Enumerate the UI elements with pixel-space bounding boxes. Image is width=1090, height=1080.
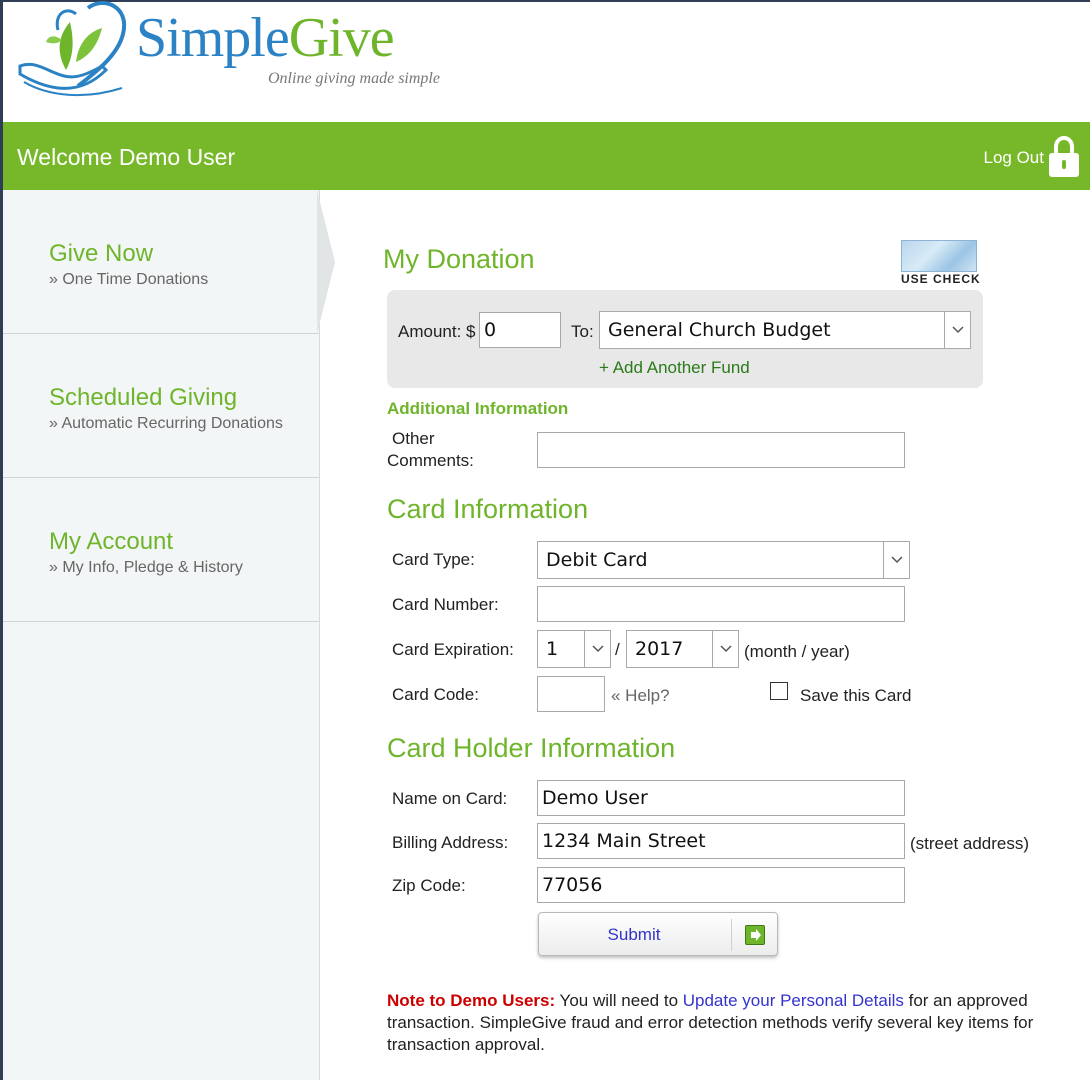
logo-wordmark-simple: Simple [136,7,290,69]
card-type-select[interactable]: Debit Card [537,541,910,579]
exp-separator: / [615,640,620,659]
use-check-label: USE CHECK [901,272,981,286]
amount-label: Amount: $ [398,322,476,341]
add-another-fund-link[interactable]: + Add Another Fund [599,358,750,378]
note-text-1: You will need to [555,991,683,1010]
save-card-checkbox[interactable] [770,682,788,700]
exp-year-select[interactable]: 2017 [626,630,739,668]
sidebar-item-scheduled-giving[interactable]: Scheduled Giving » Automatic Recurring D… [3,334,319,478]
heart-hand-icon [18,1,127,97]
welcome-text: Welcome Demo User [17,144,236,170]
submit-button-label: Submit [607,925,661,944]
fund-selected-value: General Church Budget [608,319,831,341]
zip-code-input[interactable]: 77056 [537,867,905,903]
simplegive-logo[interactable]: SimpleGive Online giving made simple [18,0,458,110]
chevron-down-icon[interactable] [584,631,610,667]
card-info-heading: Card Information [387,494,589,524]
card-number-label: Card Number: [392,595,499,614]
logo-wordmark-give: Give [288,7,395,69]
card-expiration-label: Card Expiration: [392,640,514,659]
sidebar-item-title: Give Now [49,240,154,267]
sidebar-item-give-now[interactable]: Give Now » One Time Donations [3,190,319,334]
card-number-input[interactable] [537,586,905,622]
chevron-down-icon[interactable] [883,542,909,578]
exp-hint: (month / year) [744,642,850,661]
submit-divider [731,919,732,951]
arrow-right-icon [745,925,765,945]
sidebar-item-title: My Account [49,528,174,555]
comments-input[interactable] [537,432,905,468]
logo-wordmark: SimpleGive [136,6,395,70]
card-code-label: Card Code: [392,685,479,704]
sidebar-item-subtitle: » My Info, Pledge & History [49,559,243,576]
exp-month-value: 1 [546,638,559,660]
card-code-help-link[interactable]: « Help? [611,686,670,706]
note-prefix: Note to Demo Users: [387,991,556,1010]
sidebar-item-title: Scheduled Giving [49,384,238,411]
sidebar-item-subtitle: » One Time Donations [49,271,209,288]
use-check-button[interactable]: USE CHECK [901,240,981,286]
sidebar-item-my-account[interactable]: My Account » My Info, Pledge & History [3,478,319,622]
card-code-input[interactable] [537,676,605,712]
fund-select[interactable]: General Church Budget [599,311,971,349]
exp-year-value: 2017 [635,638,684,660]
submit-button[interactable]: Submit [538,912,778,956]
logout-link[interactable]: Log Out [984,148,1045,168]
name-on-card-input[interactable]: Demo User [537,780,905,816]
exp-month-select[interactable]: 1 [537,630,611,668]
fund-to-label: To: [571,322,594,341]
card-type-label: Card Type: [392,550,475,569]
amount-input[interactable]: 0 [479,312,561,348]
card-holder-heading: Card Holder Information [387,733,676,763]
billing-address-input[interactable]: 1234 Main Street [537,823,905,859]
chevron-down-icon[interactable] [944,312,970,348]
name-on-card-label: Name on Card: [392,789,508,808]
sidebar-nav: Give Now » One Time Donations Scheduled … [3,190,320,1080]
billing-address-hint: (street address) [910,834,1030,853]
card-type-selected-value: Debit Card [546,549,648,571]
logo-tagline: Online giving made simple [268,70,440,87]
check-image-icon [901,240,977,272]
my-donation-heading: My Donation [383,244,535,274]
chevron-down-icon[interactable] [712,631,738,667]
additional-info-heading: Additional Information [387,399,569,418]
demo-user-note: Note to Demo Users: You will need to Upd… [387,990,1077,1056]
sidebar-item-subtitle: » Automatic Recurring Donations [49,415,283,432]
comments-label-line1: Other [392,429,435,448]
zip-code-label: Zip Code: [392,876,466,895]
update-personal-details-link[interactable]: Update your Personal Details [683,991,904,1010]
active-item-pointer [317,190,335,334]
lock-icon[interactable] [1048,136,1080,178]
comments-label-line2: Comments: [387,451,474,470]
billing-address-label: Billing Address: [392,833,509,852]
header-bar: Welcome Demo User Log Out [3,122,1090,190]
save-card-label[interactable]: Save this Card [800,686,912,706]
